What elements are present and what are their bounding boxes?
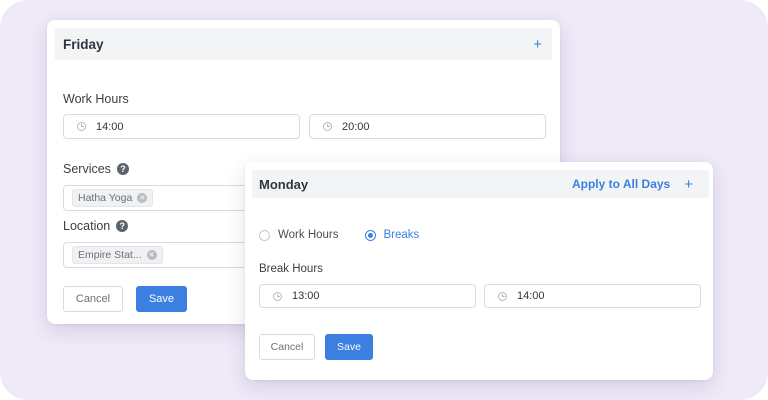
friday-cancel-button[interactable]: Cancel bbox=[63, 286, 123, 312]
plus-icon[interactable]: + bbox=[533, 37, 542, 52]
break-end-time-input[interactable]: 14:00 bbox=[484, 284, 701, 308]
break-end-time-value: 14:00 bbox=[517, 290, 545, 302]
work-hours-label: Work Hours bbox=[63, 92, 129, 106]
work-start-time-value: 14:00 bbox=[96, 120, 124, 133]
clock-icon bbox=[77, 122, 86, 131]
break-hours-label-text: Break Hours bbox=[259, 263, 323, 275]
monday-save-button[interactable]: Save bbox=[325, 334, 373, 360]
location-label-text: Location bbox=[63, 219, 111, 233]
radio-breaks[interactable]: Breaks bbox=[364, 229, 420, 241]
clock-icon bbox=[498, 291, 507, 301]
work-end-time-input[interactable]: 20:00 bbox=[309, 114, 546, 139]
friday-card-header: Friday + bbox=[55, 28, 552, 60]
work-start-time-input[interactable]: 14:00 bbox=[63, 114, 300, 139]
monday-card-title: Monday bbox=[259, 176, 309, 192]
friday-card-title: Friday bbox=[63, 36, 104, 52]
service-tag-label: Hatha Yoga bbox=[78, 192, 133, 204]
hours-type-radio-group: Work Hours Breaks bbox=[259, 229, 419, 241]
friday-save-button[interactable]: Save bbox=[136, 286, 187, 312]
radio-work-hours[interactable]: Work Hours bbox=[259, 229, 339, 241]
break-start-time-input[interactable]: 13:00 bbox=[259, 284, 476, 308]
break-start-time-value: 13:00 bbox=[292, 290, 320, 302]
apply-to-all-days-link[interactable]: Apply to All Days bbox=[572, 177, 670, 191]
work-end-time-value: 20:00 bbox=[342, 120, 370, 133]
work-hours-label-text: Work Hours bbox=[63, 92, 129, 106]
radio-breaks-label: Breaks bbox=[383, 229, 420, 241]
clock-icon bbox=[323, 122, 332, 131]
monday-header-actions: Apply to All Days + bbox=[572, 177, 693, 192]
help-icon[interactable]: ? bbox=[116, 220, 129, 232]
monday-schedule-card: Monday Apply to All Days + Work Hours Br… bbox=[245, 162, 713, 380]
radio-work-hours-label: Work Hours bbox=[278, 229, 339, 241]
service-tag: Hatha Yoga ✕ bbox=[72, 189, 154, 207]
remove-tag-icon[interactable]: ✕ bbox=[146, 250, 157, 260]
radio-checked-icon[interactable] bbox=[364, 229, 376, 241]
remove-tag-icon[interactable]: ✕ bbox=[137, 193, 148, 203]
break-hours-label: Break Hours bbox=[259, 263, 323, 275]
monday-card-header: Monday Apply to All Days + bbox=[252, 170, 709, 198]
location-tag-label: Empire Stat... bbox=[78, 249, 142, 261]
plus-icon[interactable]: + bbox=[684, 177, 693, 192]
clock-icon bbox=[273, 291, 282, 301]
help-icon[interactable]: ? bbox=[116, 163, 129, 175]
radio-unchecked-icon[interactable] bbox=[259, 229, 270, 241]
services-label: Services ? bbox=[63, 162, 129, 176]
monday-cancel-button[interactable]: Cancel bbox=[259, 334, 315, 360]
location-tag: Empire Stat... ✕ bbox=[72, 246, 163, 264]
services-label-text: Services bbox=[63, 162, 111, 176]
location-label: Location ? bbox=[63, 219, 129, 233]
